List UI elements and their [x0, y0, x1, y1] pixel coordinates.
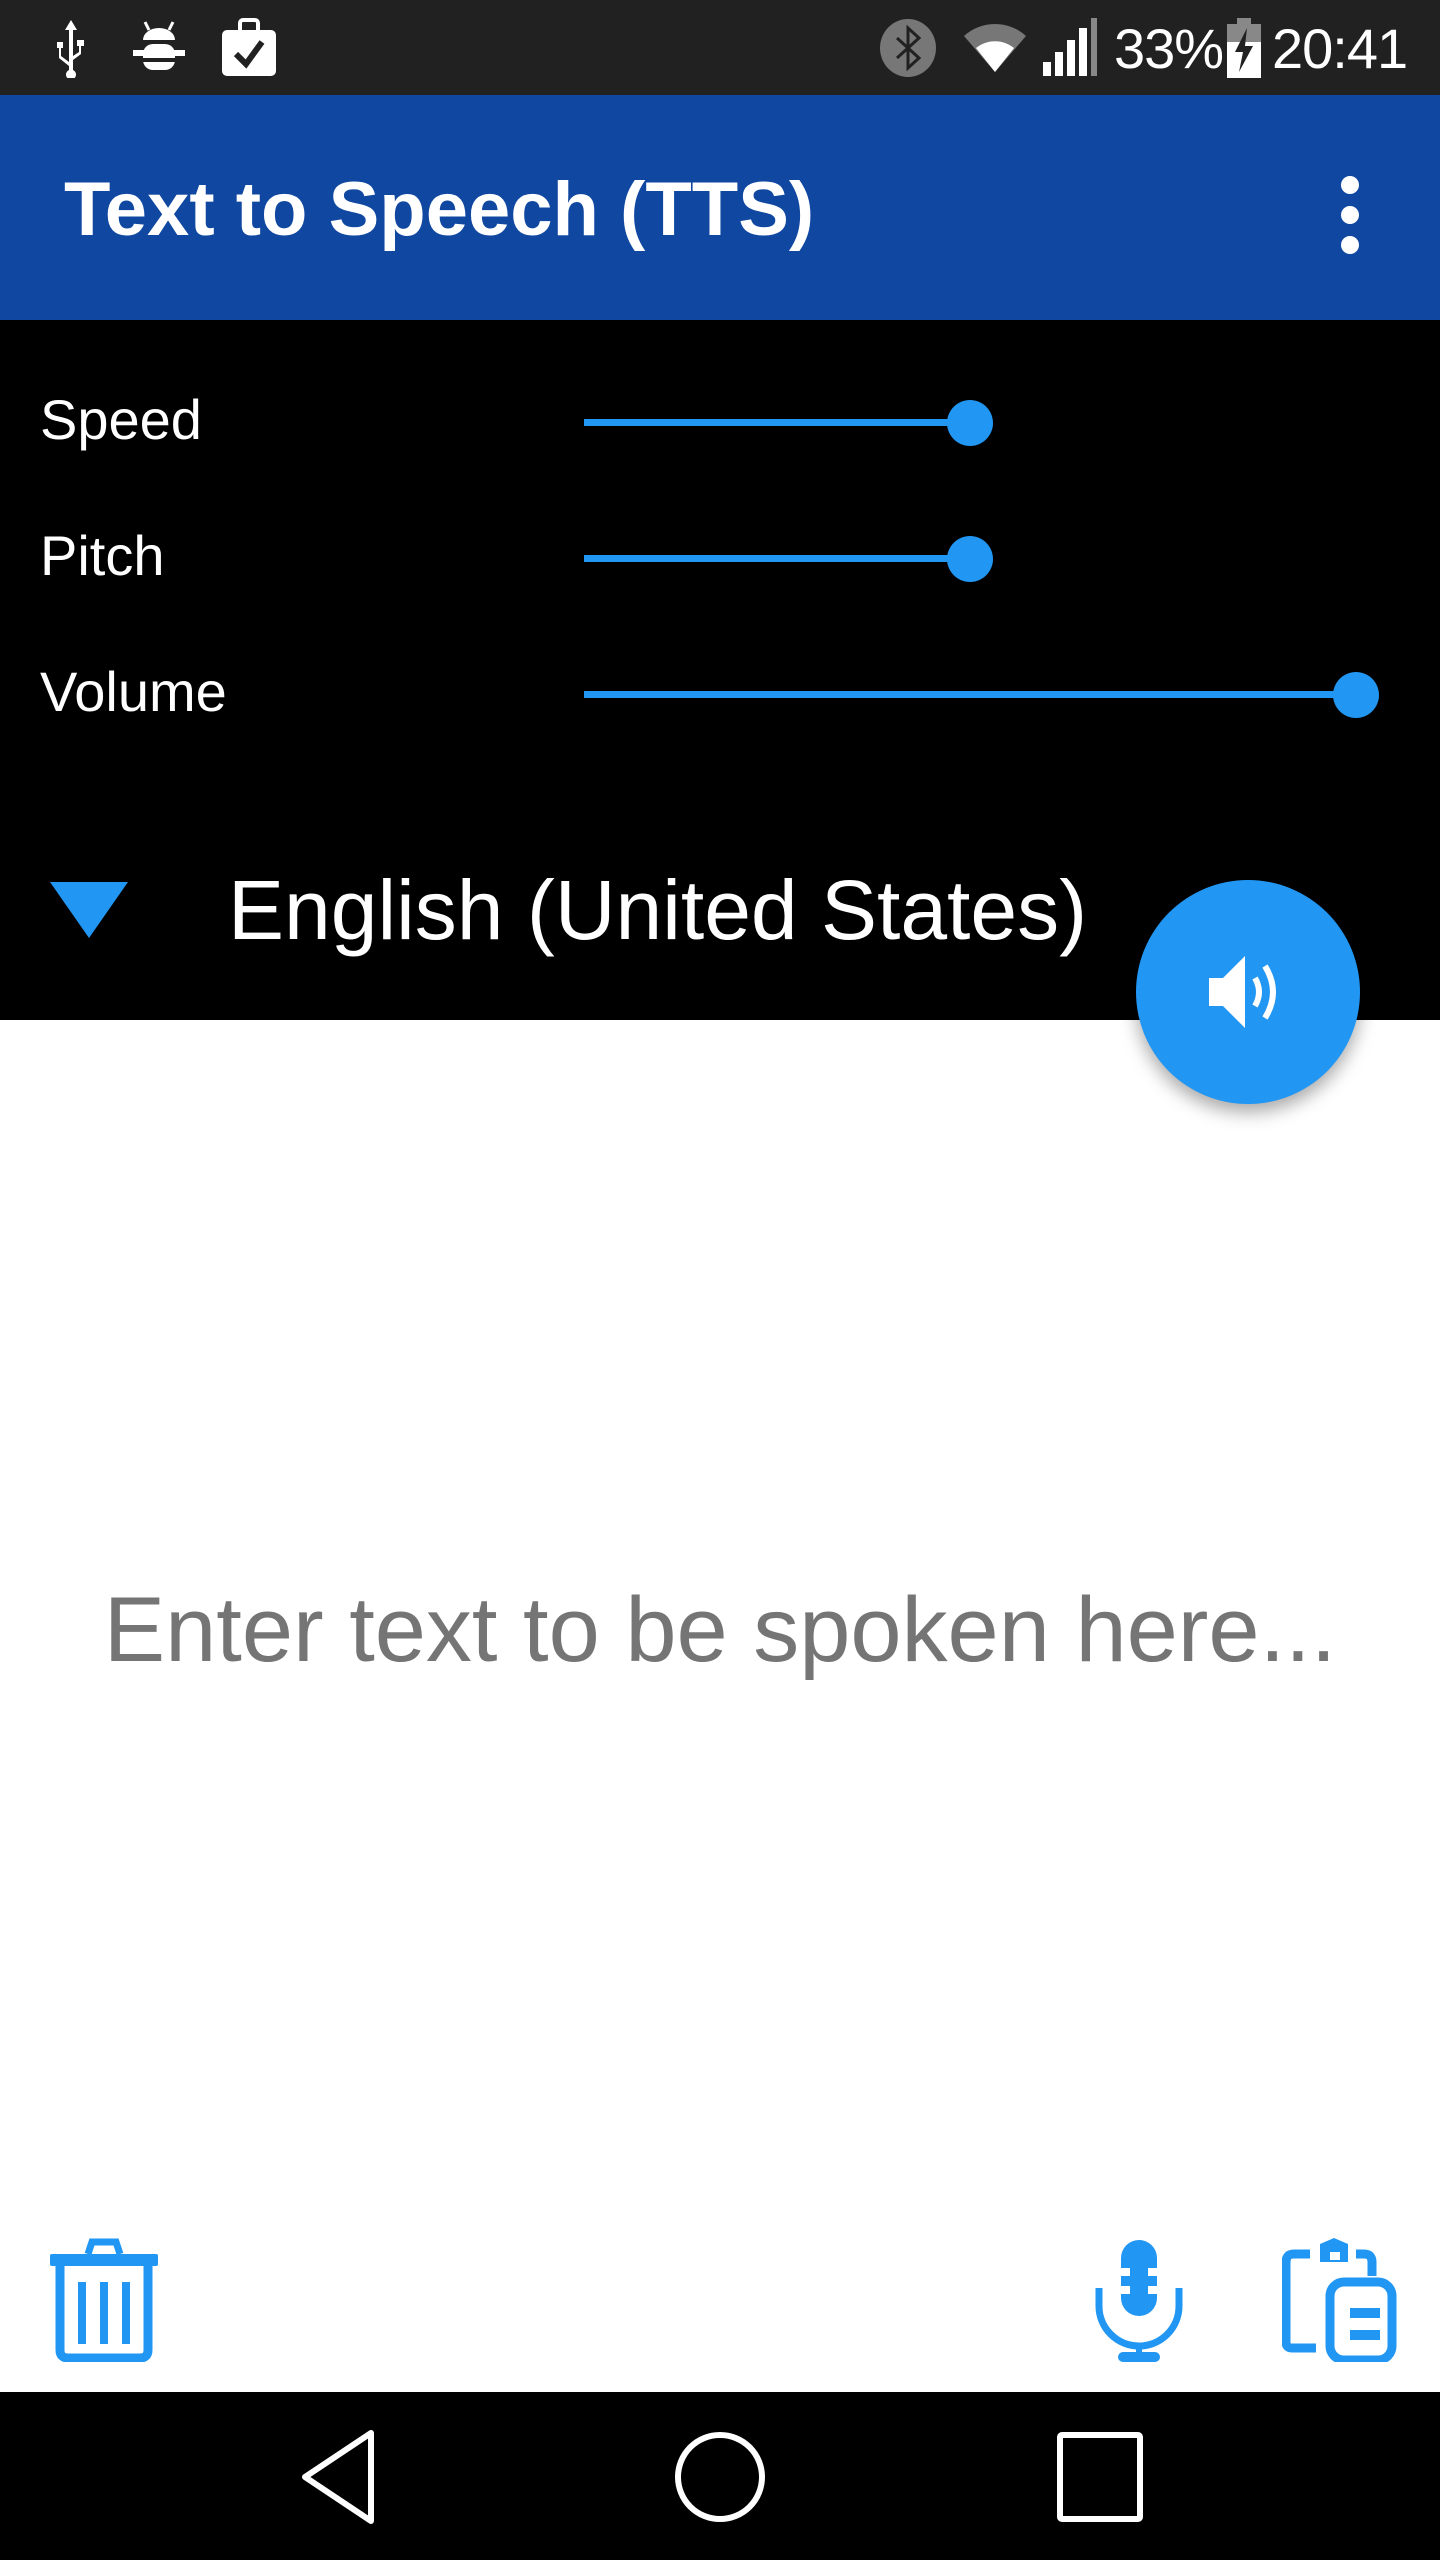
battery-charging-icon: [1226, 18, 1262, 78]
speed-slider-track: [584, 419, 970, 426]
pitch-slider-thumb[interactable]: [947, 536, 993, 582]
more-vert-icon-dot: [1341, 206, 1359, 224]
status-bar: 33% 20:41: [0, 0, 1440, 95]
voice-input-button[interactable]: [1094, 2230, 1184, 2370]
microphone-icon: [1095, 2240, 1183, 2362]
volume-label: Volume: [40, 660, 227, 723]
volume-slider[interactable]: [584, 672, 1379, 718]
system-nav-bar: [0, 2392, 1440, 2560]
home-circle-icon: [675, 2432, 765, 2522]
clipboard-check-icon: [218, 18, 280, 78]
back-button[interactable]: [280, 2422, 400, 2532]
clipboard-paste-icon: [1282, 2238, 1397, 2362]
speed-label: Speed: [40, 388, 202, 451]
bluetooth-icon: [878, 18, 938, 78]
clock: 20:41: [1272, 17, 1408, 80]
selected-language: English (United States): [228, 863, 1088, 957]
home-button[interactable]: [660, 2422, 780, 2532]
clear-text-button[interactable]: [46, 2230, 162, 2370]
pitch-label: Pitch: [40, 524, 165, 587]
recents-square-icon: [1057, 2432, 1143, 2522]
volume-row: Volume: [0, 642, 1440, 742]
recents-button[interactable]: [1040, 2422, 1160, 2532]
text-to-speak-input[interactable]: [0, 1540, 1440, 1720]
usb-icon: [48, 18, 94, 78]
volume-slider-track: [584, 691, 1356, 698]
wifi-icon: [962, 18, 1028, 78]
signal-icon: [1040, 18, 1100, 78]
more-options-button[interactable]: [1320, 165, 1380, 265]
paste-button[interactable]: [1282, 2230, 1398, 2370]
pitch-row: Pitch: [0, 506, 1440, 606]
volume-slider-thumb[interactable]: [1333, 672, 1379, 718]
back-triangle-icon: [302, 2430, 374, 2524]
trash-icon: [50, 2238, 158, 2362]
app-bar: Text to Speech (TTS): [0, 95, 1440, 320]
battery-percent: 33%: [1114, 17, 1224, 80]
pitch-slider[interactable]: [584, 536, 1356, 582]
app-title: Text to Speech (TTS): [64, 167, 815, 252]
pitch-slider-track: [584, 555, 970, 562]
speed-slider-thumb[interactable]: [947, 400, 993, 446]
speed-row: Speed: [0, 370, 1440, 470]
speak-button[interactable]: [1136, 880, 1360, 1104]
text-entry-area: [0, 1020, 1440, 2392]
android-debug-icon: [130, 18, 188, 78]
more-vert-icon-dot: [1341, 236, 1359, 254]
speaker-icon: [1209, 956, 1276, 1028]
speed-slider[interactable]: [584, 400, 1356, 446]
dropdown-triangle-icon: [50, 882, 128, 938]
more-vert-icon-dot: [1341, 176, 1359, 194]
